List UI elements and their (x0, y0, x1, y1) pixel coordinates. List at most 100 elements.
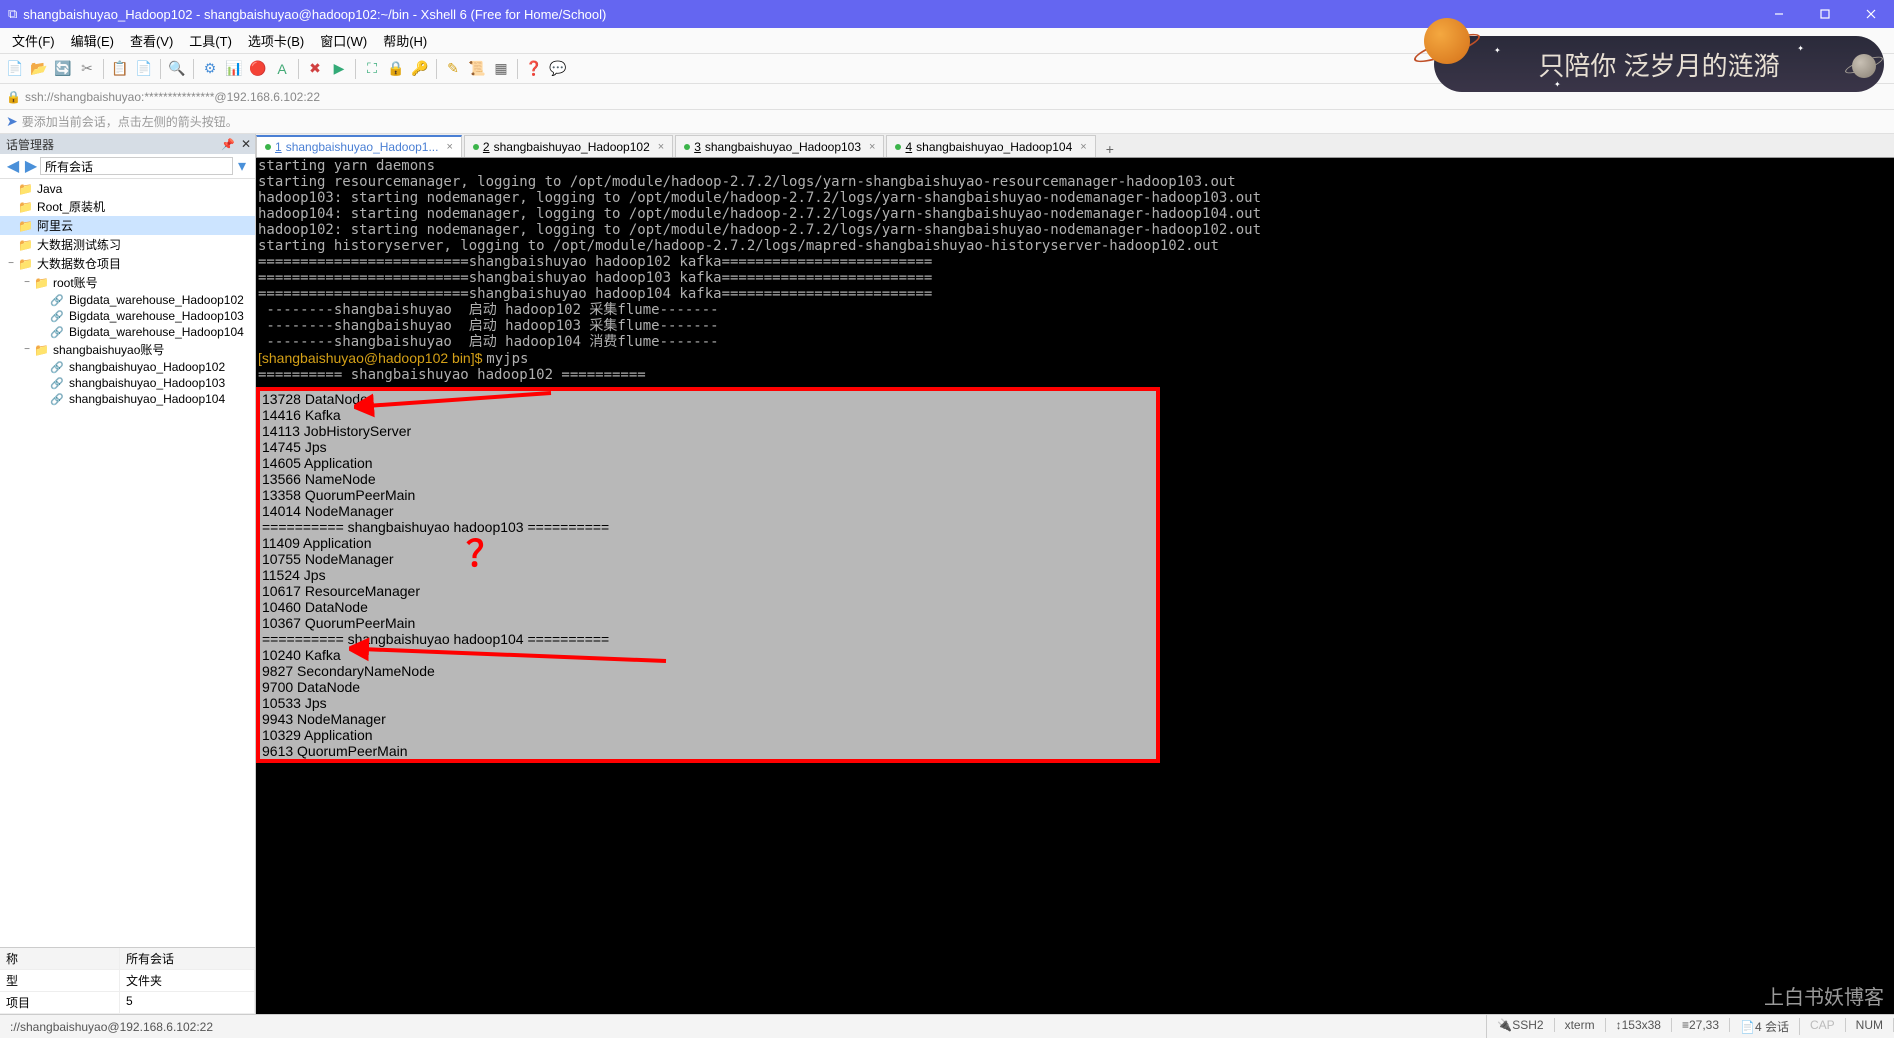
open-folder-icon[interactable]: 📂 (28, 58, 50, 80)
folder-icon: 📁 (34, 343, 50, 357)
status-term: xterm (1555, 1018, 1606, 1032)
copy-icon[interactable]: 📋 (109, 58, 131, 80)
terminal[interactable]: starting yarn daemons starting resourcem… (256, 158, 1894, 1014)
menu-tab[interactable]: 选项卡(B) (240, 29, 312, 52)
maximize-button[interactable] (1802, 0, 1848, 28)
session-tree[interactable]: 📁Java 📁Root_原装机 📁阿里云 📁大数据测试练习−📁大数据数仓项目−📁… (0, 179, 255, 947)
forward-icon[interactable]: ▶ (22, 156, 40, 176)
status-bar: ://shangbaishuyao@192.168.6.102:22 🔌 SSH… (0, 1014, 1894, 1038)
add-session-arrow-icon[interactable]: ➤ (6, 113, 18, 130)
status-size: ↕ 153x38 (1606, 1018, 1672, 1032)
tab-close-icon[interactable]: × (869, 141, 875, 153)
status-dot-icon (684, 144, 690, 150)
separator (517, 59, 518, 79)
paste-icon[interactable]: 📄 (133, 58, 155, 80)
info-icon[interactable]: 💬 (547, 58, 569, 80)
color-icon[interactable]: 🔴 (247, 58, 269, 80)
folder-icon: 📁 (18, 238, 34, 252)
panel-close-icon[interactable]: ✕ (241, 137, 251, 151)
tree-item[interactable]: 🔗shangbaishuyao_Hadoop104 (0, 391, 255, 407)
separator (103, 59, 104, 79)
session-tab[interactable]: 4 shangbaishuyao_Hadoop104× (886, 135, 1095, 157)
tree-item-label: shangbaishuyao账号 (53, 341, 164, 358)
close-button[interactable] (1848, 0, 1894, 28)
lock-icon[interactable]: 🔒 (385, 58, 407, 80)
annotation-question-mark: ？ (466, 546, 502, 562)
watermark: 上白书妖博客 (1764, 981, 1884, 1010)
content-area: 1 shangbaishuyao_Hadoop1...×2 shangbaish… (256, 134, 1894, 1014)
pin-icon[interactable]: 📌 (221, 138, 235, 151)
session-icon: 🔗 (50, 393, 66, 406)
session-tab[interactable]: 1 shangbaishuyao_Hadoop1...× (256, 135, 462, 157)
tree-item[interactable]: 📁阿里云 (0, 216, 255, 235)
tab-close-icon[interactable]: × (658, 141, 664, 153)
folder-icon: 📁 (18, 200, 34, 214)
session-tab[interactable]: 2 shangbaishuyao_Hadoop102× (464, 135, 673, 157)
new-tab-button[interactable]: + (1098, 141, 1122, 157)
tree-item-label: 大数据数仓项目 (37, 255, 121, 272)
banner-text: 只陪你 泛岁月的涟漪 (1538, 46, 1779, 83)
disconnect-icon[interactable]: ✂ (76, 58, 98, 80)
menu-tools[interactable]: 工具(T) (181, 29, 240, 52)
menu-file[interactable]: 文件(F) (4, 29, 63, 52)
folder-icon: 📁 (18, 219, 34, 233)
back-icon[interactable]: ◀ (4, 156, 22, 176)
play-icon[interactable]: ▶ (328, 58, 350, 80)
highlight-icon[interactable]: ✎ (442, 58, 464, 80)
session-icon: 🔗 (50, 310, 66, 323)
prop-items-label: 项目 (0, 992, 120, 1013)
reconnect-icon[interactable]: 🔄 (52, 58, 74, 80)
tree-item[interactable]: 🔗shangbaishuyao_Hadoop103 (0, 375, 255, 391)
decorative-banner: ✦ ✦ ✦ 只陪你 泛岁月的涟漪 (1434, 36, 1884, 92)
folder-icon: 📁 (18, 182, 34, 196)
tree-item[interactable]: −📁root账号 (0, 273, 255, 292)
tab-close-icon[interactable]: × (446, 141, 452, 153)
prop-header-name: 称 (0, 948, 120, 969)
key-icon[interactable]: 🔑 (409, 58, 431, 80)
minimize-button[interactable] (1756, 0, 1802, 28)
new-session-icon[interactable]: 📄 (4, 58, 26, 80)
separator (160, 59, 161, 79)
properties-grid: 称 所有会话 型 文件夹 项目 5 (0, 947, 255, 1014)
search-icon[interactable]: 🔍 (166, 58, 188, 80)
tree-item[interactable]: 🔗Bigdata_warehouse_Hadoop104 (0, 324, 255, 340)
hint-text: 要添加当前会话，点击左侧的箭头按钮。 (22, 113, 238, 130)
tree-item[interactable]: 🔗Bigdata_warehouse_Hadoop103 (0, 308, 255, 324)
prop-items-value: 5 (120, 992, 255, 1013)
session-path-input[interactable] (40, 157, 233, 175)
tree-item[interactable]: 🔗Bigdata_warehouse_Hadoop102 (0, 292, 255, 308)
tile-icon[interactable]: ▦ (490, 58, 512, 80)
x-icon[interactable]: ✖ (304, 58, 326, 80)
tree-item[interactable]: −📁shangbaishuyao账号 (0, 340, 255, 359)
dropdown-icon[interactable]: ▾ (233, 156, 251, 176)
profiles-icon[interactable]: 📊 (223, 58, 245, 80)
menu-edit[interactable]: 编辑(E) (63, 29, 122, 52)
tree-item-label: shangbaishuyao_Hadoop103 (69, 376, 225, 390)
prop-type-value: 文件夹 (120, 970, 255, 991)
menu-window[interactable]: 窗口(W) (312, 29, 375, 52)
session-tab[interactable]: 3 shangbaishuyao_Hadoop103× (675, 135, 884, 157)
tree-item[interactable]: 📁Java (0, 181, 255, 197)
tree-item[interactable]: 📁大数据测试练习 (0, 235, 255, 254)
fullscreen-icon[interactable]: ⛶ (361, 58, 383, 80)
prop-type-label: 型 (0, 970, 120, 991)
tree-item-label: Bigdata_warehouse_Hadoop104 (69, 325, 244, 339)
tree-item[interactable]: −📁大数据数仓项目 (0, 254, 255, 273)
help-icon[interactable]: ❓ (523, 58, 545, 80)
script-icon[interactable]: 📜 (466, 58, 488, 80)
lock-icon: 🔒 (6, 90, 21, 104)
properties-icon[interactable]: ⚙ (199, 58, 221, 80)
menu-view[interactable]: 查看(V) (122, 29, 181, 52)
title-bar: ⧉ shangbaishuyao_Hadoop102 - shangbaishu… (0, 0, 1894, 28)
status-dot-icon (895, 144, 901, 150)
tree-item[interactable]: 🔗shangbaishuyao_Hadoop102 (0, 359, 255, 375)
font-icon[interactable]: A (271, 58, 293, 80)
separator (298, 59, 299, 79)
panel-title: 话管理器 (6, 136, 54, 153)
menu-help[interactable]: 帮助(H) (375, 29, 435, 52)
tree-item[interactable]: 📁Root_原装机 (0, 197, 255, 216)
separator (193, 59, 194, 79)
tab-close-icon[interactable]: × (1080, 141, 1086, 153)
address-text[interactable]: ssh://shangbaishuyao:***************@192… (25, 90, 320, 104)
tree-item-label: 大数据测试练习 (37, 236, 121, 253)
